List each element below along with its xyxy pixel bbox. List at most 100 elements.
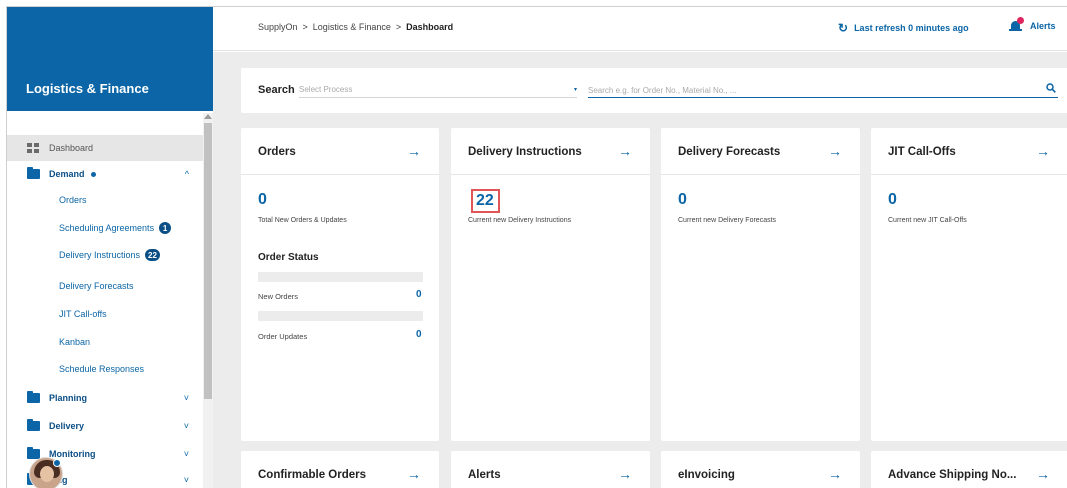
card-delivery-forecasts: Delivery Forecasts → 0 Current new Deliv…: [661, 128, 860, 441]
status-bar: [258, 272, 423, 282]
card-delivery-instructions: Delivery Instructions → 22 Current new D…: [451, 128, 650, 441]
jit-count[interactable]: 0: [888, 191, 897, 209]
search-icon[interactable]: [1046, 83, 1056, 93]
arrow-right-icon[interactable]: →: [1036, 143, 1050, 159]
arrow-right-icon[interactable]: →: [618, 143, 632, 159]
chevron-down-icon[interactable]: ˅: [184, 449, 189, 459]
status-value[interactable]: 0: [416, 329, 422, 340]
breadcrumb-item[interactable]: Logistics & Finance: [313, 22, 391, 32]
refresh-icon: ↻: [838, 21, 849, 35]
order-status-title: Order Status: [258, 252, 319, 263]
arrow-right-icon[interactable]: →: [1036, 466, 1050, 482]
chevron-down-icon[interactable]: ˅: [184, 421, 189, 431]
sidebar-item-demand[interactable]: Demand ^: [7, 161, 203, 187]
card-title: eInvoicing: [678, 469, 735, 481]
arrow-right-icon[interactable]: →: [828, 466, 842, 482]
search-input[interactable]: [588, 82, 1058, 98]
sidebar-scrollbar[interactable]: [203, 113, 213, 488]
sidebar-header: Logistics & Finance: [7, 7, 213, 111]
sidebar-item-label: Demand: [49, 169, 85, 179]
alerts-button[interactable]: Alerts: [1009, 17, 1056, 33]
count-badge: 1: [159, 222, 172, 234]
scroll-up-icon[interactable]: [204, 114, 212, 119]
arrow-right-icon[interactable]: →: [618, 466, 632, 482]
scrollbar-thumb[interactable]: [204, 123, 212, 399]
card-orders: Orders → 0 Total New Orders & Updates Or…: [241, 128, 439, 441]
subitem-label: Schedule Responses: [59, 364, 145, 374]
card-advance-shipping: Advance Shipping No... →: [871, 451, 1067, 488]
folder-icon: [27, 167, 40, 179]
top-header: SupplyOn > Logistics & Finance > Dashboa…: [213, 7, 1067, 51]
sidebar-subitem-kanban[interactable]: Kanban: [59, 337, 90, 347]
status-label: New Orders: [258, 292, 299, 301]
orders-count[interactable]: 0: [258, 191, 267, 209]
sidebar-item-label: Planning: [49, 393, 87, 403]
folder-icon: [27, 419, 40, 431]
status-label: Order Updates: [258, 332, 308, 341]
app-frame: Logistics & Finance Dashboard Demand ^ O…: [6, 6, 1067, 488]
refresh-label: Last refresh 0 minutes ago: [854, 23, 969, 33]
subitem-label: Delivery Instructions: [59, 250, 141, 260]
status-bar: [258, 311, 423, 321]
sidebar-subitem-schedule-responses[interactable]: Schedule Responses: [59, 364, 144, 374]
sidebar-item-delivery[interactable]: Delivery ˅: [7, 413, 203, 439]
bell-icon: [1009, 17, 1024, 33]
count-badge: 22: [145, 249, 160, 261]
card-subtitle: Current new Delivery Forecasts: [678, 217, 777, 224]
breadcrumb-separator-icon: >: [395, 22, 402, 32]
card-alerts: Alerts →: [451, 451, 650, 488]
avatar-status-dot: [53, 459, 61, 467]
card-subtitle: Total New Orders & Updates: [258, 217, 347, 224]
sidebar-item-planning[interactable]: Planning ˅: [7, 385, 203, 411]
refresh-button[interactable]: ↻ Last refresh 0 minutes ago: [838, 21, 969, 35]
dashboard-icon: [27, 143, 40, 153]
breadcrumb-separator-icon: >: [302, 22, 308, 32]
sidebar-item-label: Dashboard: [49, 143, 94, 153]
sidebar-title: Logistics & Finance: [26, 81, 149, 96]
breadcrumb: SupplyOn > Logistics & Finance > Dashboa…: [258, 22, 453, 32]
card-title: Advance Shipping No...: [888, 469, 1017, 481]
card-header: eInvoicing →: [661, 451, 860, 488]
delivery-forecasts-count[interactable]: 0: [678, 191, 687, 209]
process-select[interactable]: Select Process ▾: [299, 82, 577, 98]
arrow-right-icon[interactable]: →: [828, 143, 842, 159]
chevron-down-icon[interactable]: ˅: [184, 475, 189, 485]
arrow-right-icon[interactable]: →: [407, 466, 421, 482]
sidebar-item-dashboard[interactable]: Dashboard: [7, 135, 203, 161]
card-header: Orders →: [241, 128, 439, 175]
sidebar-subitem-delivery-instructions[interactable]: Delivery Instructions 22: [59, 249, 160, 261]
folder-icon: [27, 391, 40, 403]
sidebar-subitem-delivery-forecasts[interactable]: Delivery Forecasts: [59, 281, 134, 291]
card-header: Delivery Forecasts →: [661, 128, 860, 175]
subitem-label: Scheduling Agreements: [59, 223, 155, 233]
process-placeholder: Select Process: [299, 85, 353, 94]
card-subtitle: Current new Delivery Instructions: [468, 217, 572, 224]
subitem-label: JIT Call-offs: [59, 309, 107, 319]
chevron-up-icon[interactable]: ^: [185, 169, 189, 179]
arrow-right-icon[interactable]: →: [407, 143, 421, 159]
sidebar: Logistics & Finance Dashboard Demand ^ O…: [7, 7, 213, 488]
sidebar-subitem-orders[interactable]: Orders: [59, 195, 87, 205]
sidebar-subitem-jit-call-offs[interactable]: JIT Call-offs: [59, 309, 107, 319]
sidebar-subitem-scheduling-agreements[interactable]: Scheduling Agreements 1: [59, 222, 172, 234]
subitem-label: Delivery Forecasts: [59, 281, 134, 291]
search-label: Search: [258, 84, 295, 96]
card-einvoicing: eInvoicing →: [661, 451, 860, 488]
card-confirmable-orders: Confirmable Orders →: [241, 451, 439, 488]
card-header: Advance Shipping No... →: [871, 451, 1067, 488]
card-title: Confirmable Orders: [258, 469, 366, 481]
card-subtitle: Current new JIT Call-Offs: [888, 217, 967, 224]
breadcrumb-current: Dashboard: [406, 22, 454, 32]
chevron-down-icon[interactable]: ˅: [184, 393, 189, 403]
alert-dot: [1017, 17, 1024, 24]
card-title: Alerts: [468, 469, 501, 481]
breadcrumb-item[interactable]: SupplyOn: [258, 22, 298, 32]
card-header: Confirmable Orders →: [241, 451, 439, 488]
caret-down-icon: ▾: [573, 87, 577, 93]
status-value[interactable]: 0: [416, 289, 422, 300]
subitem-label: Kanban: [59, 337, 91, 347]
card-header: JIT Call-Offs →: [871, 128, 1067, 175]
sidebar-item-label: Delivery: [49, 421, 85, 431]
delivery-instructions-count[interactable]: 22: [471, 189, 500, 213]
search-panel: Search Select Process ▾: [241, 68, 1067, 113]
